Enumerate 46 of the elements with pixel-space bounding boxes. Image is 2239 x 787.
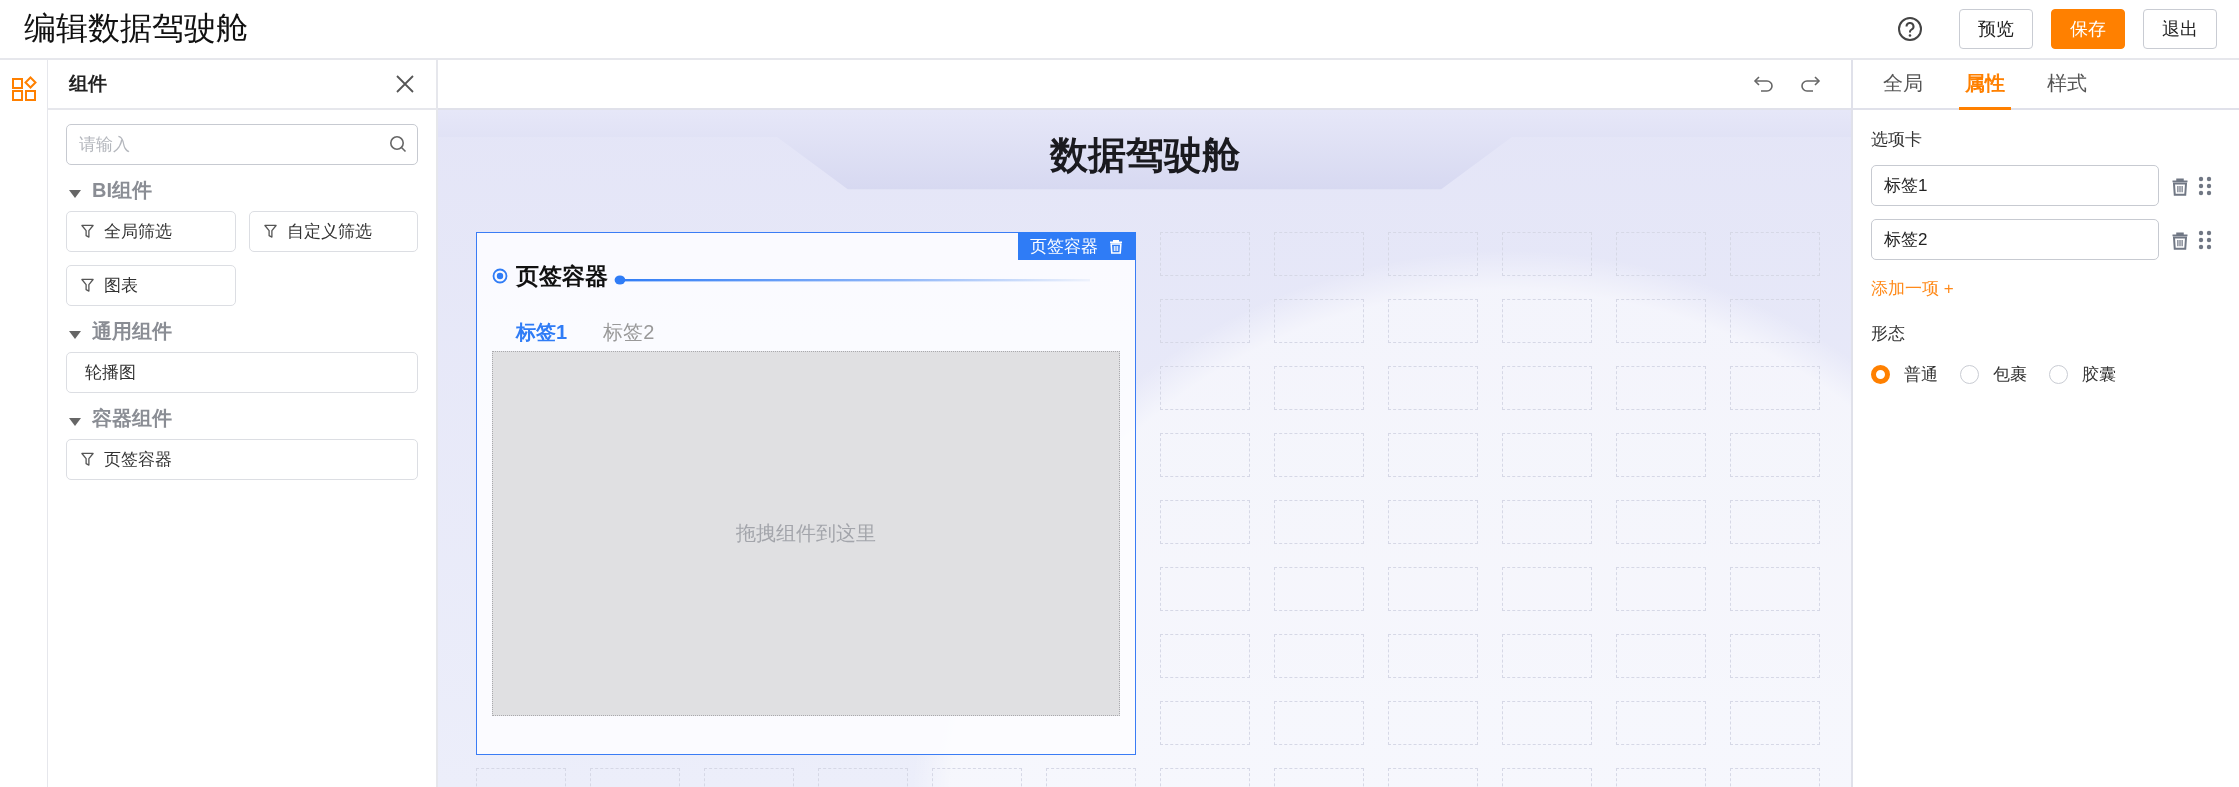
radio-label[interactable]: 包裹 <box>1993 363 2027 386</box>
component-label: 全局筛选 <box>104 221 172 243</box>
radio-label[interactable]: 胶囊 <box>2082 363 2116 386</box>
container-tab[interactable]: 标签1 <box>516 313 568 351</box>
component-item[interactable]: 页签容器 <box>66 439 418 480</box>
header-button[interactable]: 退出 <box>2143 9 2217 49</box>
component-item[interactable]: 自定义筛选 <box>248 211 418 252</box>
component-item[interactable]: 轮播图 <box>66 352 418 393</box>
radio-button[interactable] <box>1960 365 1979 384</box>
panel-tab[interactable]: 样式 <box>2041 60 2093 110</box>
panel-title: 组件 <box>69 72 108 96</box>
tab-name-field[interactable]: 标签1 <box>1871 165 2159 206</box>
component-item[interactable]: 图表 <box>66 265 236 306</box>
search-field[interactable]: 请输入 <box>66 124 418 165</box>
drop-hint: 拖拽组件到这里 <box>736 521 876 546</box>
search-icon[interactable] <box>389 135 407 153</box>
trash-icon[interactable] <box>1108 238 1124 254</box>
page-title: 编辑数据驾驶舱 <box>24 9 249 48</box>
component-label: 自定义筛选 <box>286 221 372 243</box>
redo-icon[interactable] <box>1799 75 1821 93</box>
component-item[interactable]: 全局筛选 <box>66 211 236 252</box>
filter-icon <box>81 278 94 293</box>
tab-name-field[interactable]: 标签2 <box>1871 219 2159 260</box>
dashboard-title: 数据驾驶舱 <box>1049 132 1240 178</box>
section-label: 形态 <box>1871 323 1906 345</box>
close-icon[interactable] <box>394 73 416 95</box>
drag-handle-icon[interactable] <box>2198 175 2212 196</box>
filter-icon <box>81 452 94 467</box>
help-icon[interactable] <box>1897 16 1923 42</box>
section-label: 选项卡 <box>1871 129 1923 151</box>
panel-tab[interactable]: 全局 <box>1877 60 1929 110</box>
radio-button[interactable] <box>2049 365 2068 384</box>
component-label: 图表 <box>104 275 138 297</box>
target-icon <box>492 268 508 284</box>
tab-container[interactable]: 页签容器 页签容器 标签1 标签2 拖拽组件到这里 <box>476 232 1136 755</box>
header-button[interactable]: 预览 <box>1959 9 2033 49</box>
container-title: 页签容器 <box>516 261 608 291</box>
radio-label[interactable]: 普通 <box>1904 363 1938 386</box>
component-label: 页签容器 <box>104 449 172 471</box>
filter-icon <box>263 224 277 239</box>
components-icon[interactable] <box>10 76 37 102</box>
drag-handle-icon[interactable] <box>2198 229 2212 250</box>
container-tag-label: 页签容器 <box>1030 235 1098 258</box>
radio-button[interactable] <box>1871 365 1890 384</box>
undo-icon[interactable] <box>1753 75 1775 93</box>
filter-icon <box>81 224 94 239</box>
